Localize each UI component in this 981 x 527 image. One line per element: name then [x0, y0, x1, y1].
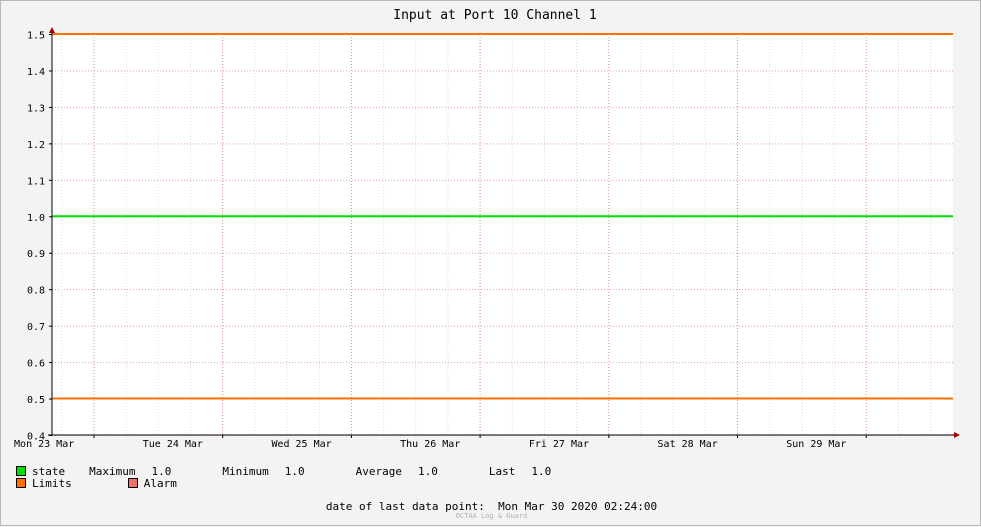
- legend-avg-label: Average: [355, 464, 402, 478]
- legend-min-label: Minimum: [222, 464, 269, 478]
- graph-frame: Input at Port 10 Channel 1 0.4 0.5 0.6 0.7 0…: [0, 0, 981, 526]
- legend-last-value: 1.0: [531, 464, 552, 478]
- x-tick-label: Fri 27 Mar: [529, 439, 589, 450]
- x-axis-arrow: [954, 432, 960, 438]
- plot-area: [52, 34, 953, 435]
- watermark: OCTAA Log & Guard: [455, 512, 528, 520]
- chart-title: Input at Port 10 Channel 1: [393, 8, 597, 23]
- x-tick-label: Sat 28 Mar: [658, 439, 718, 450]
- y-axis-arrow: [49, 27, 55, 33]
- y-tick-label: 1.1: [27, 176, 45, 187]
- legend-avg-value: 1.0: [417, 464, 438, 478]
- y-tick-label: 0.8: [27, 286, 45, 297]
- legend-row-limits: Limits Alarm: [16, 476, 177, 490]
- legend-limits-label: Limits: [32, 476, 72, 490]
- legend-max-label: Maximum: [89, 464, 136, 478]
- y-tick-label: 0.5: [27, 395, 45, 406]
- y-tick-label: 1.0: [27, 213, 45, 224]
- x-tick-label: Thu 26 Mar: [400, 439, 460, 450]
- alarm-swatch: [127, 478, 138, 488]
- x-tick-label: Sun 29 Mar: [786, 439, 846, 450]
- y-tick-label: 1.5: [27, 31, 45, 42]
- y-tick-label: 1.2: [27, 140, 45, 151]
- x-tick-label: Tue 24 Mar: [143, 439, 203, 450]
- y-tick-label: 0.9: [27, 249, 45, 260]
- y-tick-label: 1.3: [27, 103, 45, 114]
- y-tick-label: 0.7: [27, 322, 45, 333]
- x-tick-label: Mon 23 Mar: [14, 439, 74, 450]
- x-tick-label: Wed 25 Mar: [271, 439, 331, 450]
- legend-last-label: Last: [488, 464, 516, 478]
- legend-min-value: 1.0: [284, 464, 305, 478]
- y-tick-label: 1.4: [27, 67, 45, 78]
- chart: Input at Port 10 Channel 1 0.40.50.60.70…: [14, 8, 960, 450]
- legend-row-state: state Maximum 1.0 Minimum 1.0 Average 1.…: [16, 464, 552, 478]
- x-tick-labels: Mon 23 Mar Tue 24 Mar Wed 25 Mar Thu 26 Mar…: [14, 439, 846, 450]
- state-swatch: [16, 466, 26, 476]
- limits-swatch: [16, 478, 26, 488]
- y-tick-label: 0.6: [27, 359, 45, 370]
- y-tick-labels: 0.40.50.60.70.80.91.01.11.21.31.41.5: [27, 31, 45, 443]
- legend-alarm-label: Alarm: [143, 476, 177, 490]
